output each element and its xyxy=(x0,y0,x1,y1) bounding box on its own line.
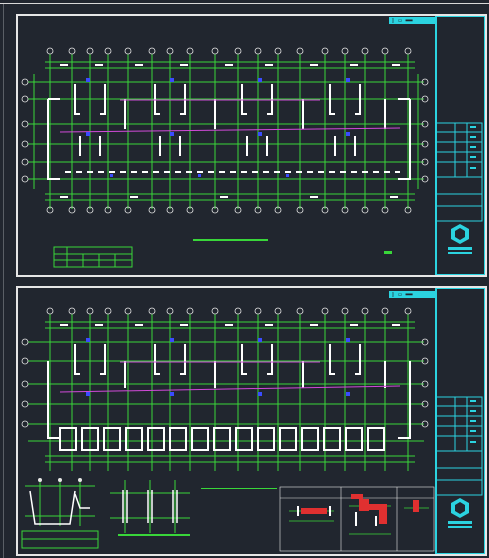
legend-table-1 xyxy=(53,246,133,268)
note-mark-1 xyxy=(384,251,392,254)
title-block-table-2 xyxy=(435,396,483,496)
scale-bar-2b xyxy=(201,488,277,489)
left-border-line-top xyxy=(3,4,4,558)
top-edge-line xyxy=(0,0,489,4)
sheet-tag-2: ▯ ▭ ▬▬ xyxy=(389,291,435,298)
logo-hexagon-icon xyxy=(448,224,472,254)
title-block-table-1 xyxy=(435,122,483,222)
floor-plan-2[interactable] xyxy=(20,306,430,476)
stair-detail-drawing[interactable] xyxy=(20,476,100,550)
scale-bar-2a xyxy=(118,534,190,536)
section-detail-drawing[interactable] xyxy=(105,478,195,538)
sheet-tag-1: ▯ ▭ ▬▬ xyxy=(389,17,435,24)
scale-bar-1 xyxy=(193,239,268,241)
logo-hexagon-icon xyxy=(448,498,472,528)
floor-plan-1[interactable] xyxy=(20,44,430,214)
rebar-detail-table[interactable] xyxy=(279,486,435,552)
